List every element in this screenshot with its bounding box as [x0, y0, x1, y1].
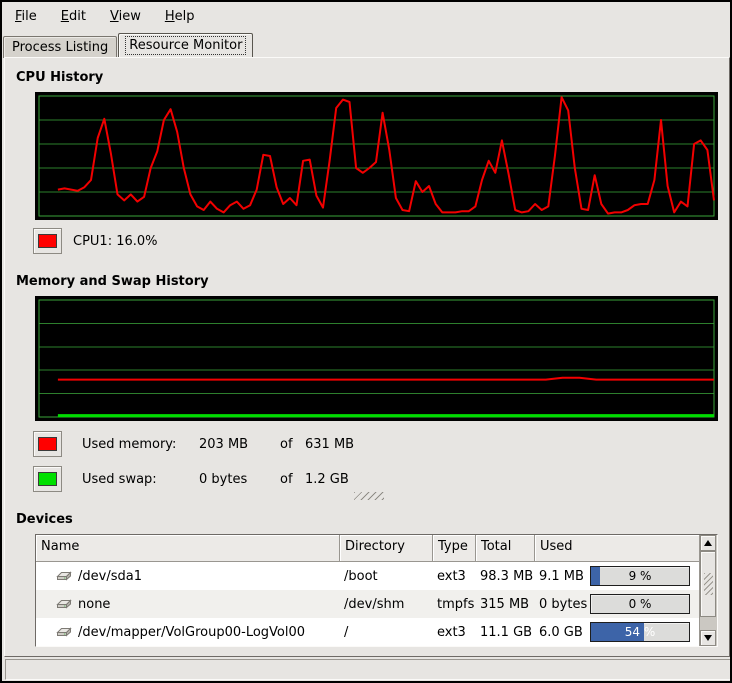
- memory-used-value: 203 MB: [199, 437, 248, 452]
- usage-percent-label: 0 %: [591, 595, 689, 613]
- devices-title: Devices: [16, 512, 73, 527]
- devices-table-viewport: Name Directory Type Total Used /dev/sda1…: [36, 535, 700, 646]
- swap-color-swatch: [38, 472, 57, 486]
- arrow-up-icon: [704, 540, 712, 546]
- scrollbar-thumb[interactable]: [700, 551, 716, 617]
- device-type: ext3: [433, 569, 476, 584]
- devices-rows: /dev/sda1 /boot ext3 98.3 MB 9.1 MB 9 % …: [36, 562, 700, 646]
- device-directory: /boot: [340, 569, 433, 584]
- tab-resource-monitor-label: Resource Monitor: [126, 37, 245, 54]
- swap-total-value: 1.2 GB: [305, 472, 349, 487]
- memory-color-swatch: [38, 437, 57, 451]
- swap-of-label: of: [280, 472, 293, 487]
- disk-icon: [56, 568, 72, 584]
- column-header-total[interactable]: Total: [476, 535, 535, 562]
- usage-percent-label: 9 %: [591, 567, 689, 585]
- disk-icon: [56, 624, 72, 640]
- swap-legend-label: Used swap:: [82, 472, 157, 487]
- column-header-used[interactable]: Used: [535, 535, 700, 562]
- cpu-history-graph: [35, 92, 718, 220]
- table-row[interactable]: /dev/sda1 /boot ext3 98.3 MB 9.1 MB 9 %: [36, 562, 700, 590]
- usage-progress-bar: 0 %: [590, 594, 690, 614]
- devices-table-header: Name Directory Type Total Used: [36, 535, 700, 562]
- scrollbar-grip-icon: [704, 573, 713, 595]
- status-bar: [5, 659, 731, 680]
- tab-process-listing-label: Process Listing: [12, 40, 108, 55]
- device-name: /dev/mapper/VolGroup00-LogVol00: [78, 625, 305, 640]
- device-type: ext3: [433, 625, 476, 640]
- menu-edit[interactable]: Edit: [52, 5, 95, 28]
- device-name-cell: /dev/mapper/VolGroup00-LogVol00: [36, 624, 340, 640]
- device-total: 11.1 GB: [476, 625, 535, 640]
- device-used-cell: 6.0 GB 54 %: [535, 622, 700, 642]
- scroll-up-button[interactable]: [700, 535, 716, 551]
- cpu-color-swatch: [38, 234, 57, 248]
- device-directory: /dev/shm: [340, 597, 433, 612]
- menu-help[interactable]: Help: [156, 5, 204, 28]
- devices-table: Name Directory Type Total Used /dev/sda1…: [35, 534, 718, 647]
- device-total: 315 MB: [476, 597, 535, 612]
- cpu-color-button[interactable]: [33, 228, 62, 254]
- device-directory: /: [340, 625, 433, 640]
- memory-legend-label: Used memory:: [82, 437, 176, 452]
- column-header-type[interactable]: Type: [433, 535, 476, 562]
- device-used: 0 bytes: [539, 597, 587, 612]
- device-used-cell: 9.1 MB 9 %: [535, 566, 700, 586]
- cpu-legend-label: CPU1: 16.0%: [73, 234, 158, 249]
- menu-view[interactable]: View: [101, 5, 150, 28]
- disk-icon: [56, 596, 72, 612]
- scroll-down-button[interactable]: [700, 630, 716, 646]
- device-name: /dev/sda1: [78, 569, 142, 584]
- memory-color-button[interactable]: [33, 431, 62, 457]
- device-used: 6.0 GB: [539, 625, 583, 640]
- table-row[interactable]: /dev/mapper/VolGroup00-LogVol00 / ext3 1…: [36, 618, 700, 646]
- tab-resource-monitor[interactable]: Resource Monitor: [118, 33, 253, 58]
- device-name-cell: /dev/sda1: [36, 568, 340, 584]
- cpu-history-plot: [37, 94, 716, 218]
- device-name: none: [78, 597, 110, 612]
- tab-process-listing[interactable]: Process Listing: [3, 36, 117, 58]
- column-header-directory[interactable]: Directory: [340, 535, 433, 562]
- arrow-down-icon: [704, 635, 712, 641]
- menu-file[interactable]: File: [6, 5, 46, 28]
- devices-scrollbar[interactable]: [699, 535, 717, 646]
- memory-of-label: of: [280, 437, 293, 452]
- menubar: File Edit View Help: [2, 2, 730, 31]
- usage-progress-bar: 9 %: [590, 566, 690, 586]
- cpu-history-title: CPU History: [16, 70, 103, 85]
- system-monitor-window: File Edit View Help Process Listing Reso…: [0, 0, 732, 683]
- column-header-name[interactable]: Name: [36, 535, 340, 562]
- swap-used-value: 0 bytes: [199, 472, 247, 487]
- swap-color-button[interactable]: [33, 466, 62, 492]
- usage-percent-label: 54 %: [591, 623, 689, 641]
- device-used-cell: 0 bytes 0 %: [535, 594, 700, 614]
- tab-bar: Process Listing Resource Monitor: [3, 32, 253, 58]
- memory-history-graph: [35, 296, 718, 421]
- memory-history-plot: [37, 298, 716, 419]
- memory-history-title: Memory and Swap History: [16, 274, 209, 289]
- device-used: 9.1 MB: [539, 569, 584, 584]
- pane-resize-grip[interactable]: [354, 492, 384, 500]
- memory-total-value: 631 MB: [305, 437, 354, 452]
- device-total: 98.3 MB: [476, 569, 535, 584]
- device-name-cell: none: [36, 596, 340, 612]
- usage-progress-bar: 54 %: [590, 622, 690, 642]
- device-type: tmpfs: [433, 597, 476, 612]
- table-row[interactable]: none /dev/shm tmpfs 315 MB 0 bytes 0 %: [36, 590, 700, 618]
